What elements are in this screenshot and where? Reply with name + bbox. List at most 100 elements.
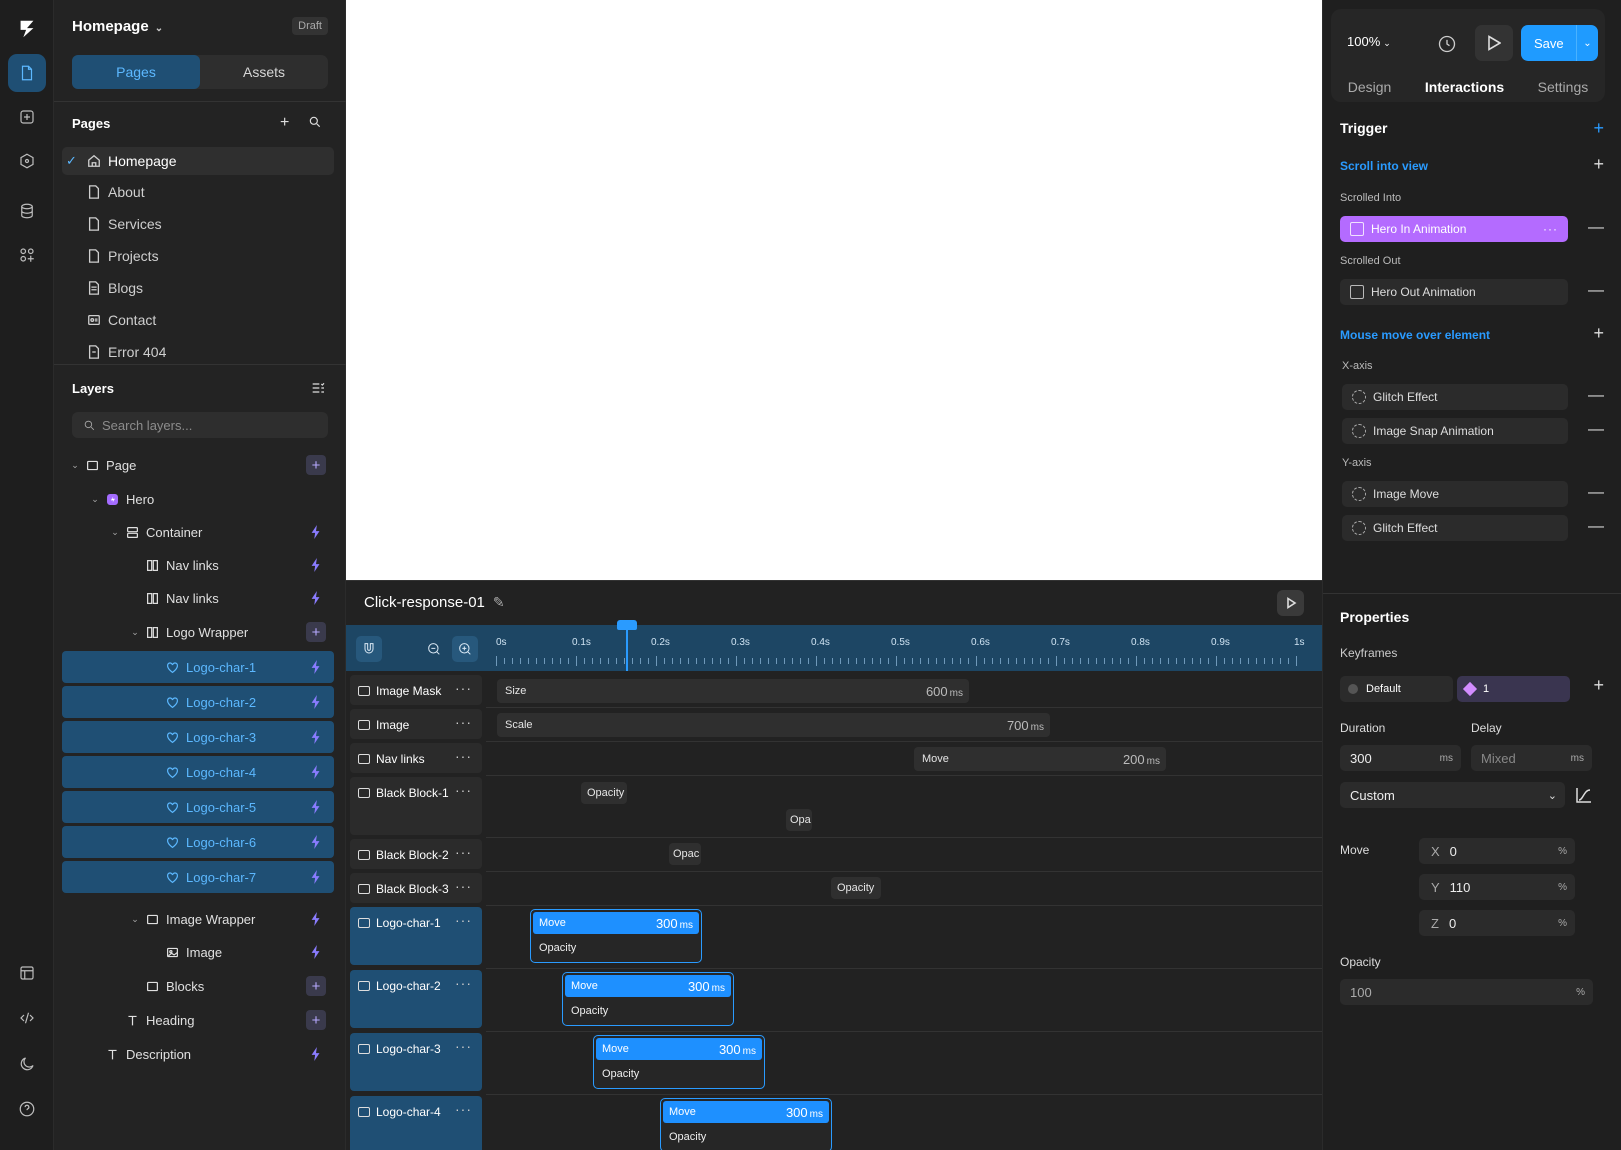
- interaction-bolt-icon[interactable]: [306, 867, 326, 887]
- page-item-blogs[interactable]: Blogs: [62, 274, 334, 302]
- keyframe-group-logo-char-2[interactable]: Move 300 ms Opacity: [562, 972, 734, 1026]
- animation-glitch-effect-y[interactable]: Glitch Effect: [1342, 515, 1568, 541]
- layer-logo-char-2[interactable]: Logo-char-2: [62, 686, 334, 718]
- tab-settings[interactable]: Settings: [1538, 79, 1589, 95]
- tab-interactions[interactable]: Interactions: [1425, 79, 1504, 95]
- add-trigger-icon[interactable]: +: [1593, 118, 1604, 139]
- chevron-down-icon[interactable]: ⌄: [70, 460, 80, 471]
- more-icon[interactable]: ···: [1543, 222, 1558, 236]
- more-icon[interactable]: ···: [455, 1038, 472, 1054]
- animation-glitch-effect[interactable]: Glitch Effect: [1342, 384, 1568, 410]
- page-item-contact[interactable]: Contact: [62, 306, 334, 334]
- more-icon[interactable]: ···: [455, 714, 472, 730]
- tab-pages[interactable]: Pages: [72, 55, 200, 89]
- add-child-button[interactable]: +: [306, 455, 326, 475]
- move-x-input[interactable]: X 0%: [1419, 838, 1575, 864]
- layer-nav-links[interactable]: Nav links: [62, 549, 334, 581]
- track-nav-links[interactable]: Nav links ···: [350, 743, 482, 773]
- page-item-projects[interactable]: Projects: [62, 242, 334, 270]
- more-icon[interactable]: ···: [455, 782, 472, 798]
- keyframe-chip-opacity[interactable]: Opac: [669, 843, 701, 865]
- keyframe-chip-opacity[interactable]: Opacity: [831, 877, 881, 899]
- search-layers-input[interactable]: Search layers...: [72, 412, 328, 438]
- page-item-about[interactable]: About: [62, 178, 334, 206]
- layer-heading[interactable]: Heading +: [62, 1004, 334, 1036]
- more-icon[interactable]: ···: [455, 1101, 472, 1117]
- interaction-bolt-icon[interactable]: [306, 522, 326, 542]
- move-bar[interactable]: Move 300 ms: [596, 1038, 762, 1060]
- save-button[interactable]: Save ⌄: [1521, 25, 1598, 61]
- interaction-bolt-icon[interactable]: [306, 657, 326, 677]
- add-element-icon[interactable]: [8, 98, 46, 136]
- keyframe-bar-size[interactable]: Size 600 ms: [497, 679, 969, 703]
- table-icon[interactable]: [8, 954, 46, 992]
- track-logo-char-1[interactable]: Logo-char-1 ···: [350, 907, 482, 965]
- keyframe-default[interactable]: Default: [1340, 676, 1453, 702]
- layer-nav-links[interactable]: Nav links: [62, 582, 334, 614]
- playhead[interactable]: [626, 623, 628, 671]
- remove-icon[interactable]: —: [1588, 518, 1604, 536]
- keyframe-chip-opacity[interactable]: Opacity: [581, 782, 627, 804]
- interaction-bolt-icon[interactable]: [306, 555, 326, 575]
- interaction-bolt-icon[interactable]: [306, 942, 326, 962]
- more-icon[interactable]: ···: [455, 878, 472, 894]
- track-logo-char-3[interactable]: Logo-char-3 ···: [350, 1033, 482, 1091]
- timeline-ruler[interactable]: 0s 0.1s 0.2s 0.3s 0.4s 0.5s 0.6s 0.7s 0.…: [346, 625, 1322, 671]
- layer-logo-char-3[interactable]: Logo-char-3: [62, 721, 334, 753]
- keyframe-group-logo-char-3[interactable]: Move 300 ms Opacity: [593, 1035, 765, 1089]
- history-icon[interactable]: [1437, 34, 1457, 54]
- remove-icon[interactable]: —: [1588, 282, 1604, 300]
- timeline-play-button[interactable]: [1277, 590, 1304, 616]
- layer-logo-wrapper[interactable]: ⌄ Logo Wrapper +: [62, 616, 334, 648]
- interaction-bolt-icon[interactable]: [306, 1044, 326, 1064]
- duration-input[interactable]: 300 ms: [1340, 745, 1461, 771]
- database-icon[interactable]: [8, 192, 46, 230]
- pages-icon[interactable]: [8, 54, 46, 92]
- dark-mode-icon[interactable]: [8, 1045, 46, 1083]
- add-keyframe-icon[interactable]: +: [1593, 675, 1604, 696]
- add-mouse-animation-icon[interactable]: +: [1593, 323, 1604, 344]
- layer-logo-char-7[interactable]: Logo-char-7: [62, 861, 334, 893]
- interaction-bolt-icon[interactable]: [306, 588, 326, 608]
- more-icon[interactable]: ···: [455, 680, 472, 696]
- add-child-button[interactable]: +: [306, 622, 326, 642]
- layer-description[interactable]: Description: [62, 1038, 334, 1070]
- layer-hero[interactable]: ⌄ Hero: [62, 483, 334, 515]
- interaction-bolt-icon[interactable]: [306, 909, 326, 929]
- keyframe-1[interactable]: 1: [1457, 676, 1570, 702]
- track-logo-char-2[interactable]: Logo-char-2 ···: [350, 970, 482, 1028]
- layers-filter-icon[interactable]: [310, 380, 326, 401]
- interaction-bolt-icon[interactable]: [306, 762, 326, 782]
- interaction-bolt-icon[interactable]: [306, 832, 326, 852]
- layer-page[interactable]: ⌄ Page +: [62, 449, 334, 481]
- move-bar[interactable]: Move 300 ms: [533, 912, 699, 934]
- animation-hero-out[interactable]: Hero Out Animation: [1340, 279, 1568, 305]
- zoom-in-button[interactable]: [452, 636, 478, 662]
- layer-logo-char-4[interactable]: Logo-char-4: [62, 756, 334, 788]
- add-page-icon[interactable]: +: [280, 114, 289, 132]
- interaction-bolt-icon[interactable]: [306, 727, 326, 747]
- layer-logo-char-6[interactable]: Logo-char-6: [62, 826, 334, 858]
- save-dropdown-icon[interactable]: ⌄: [1576, 25, 1598, 61]
- delay-input[interactable]: Mixed ms: [1471, 745, 1592, 771]
- move-bar[interactable]: Move 300 ms: [565, 975, 731, 997]
- components-icon[interactable]: [8, 142, 46, 180]
- design-canvas[interactable]: [346, 0, 1322, 580]
- layer-blocks[interactable]: Blocks +: [62, 970, 334, 1002]
- zoom-select[interactable]: 100% ⌄: [1347, 34, 1391, 49]
- page-item-services[interactable]: Services: [62, 210, 334, 238]
- add-scroll-animation-icon[interactable]: +: [1593, 154, 1604, 175]
- remove-icon[interactable]: —: [1588, 421, 1604, 439]
- help-icon[interactable]: [8, 1090, 46, 1128]
- chevron-down-icon[interactable]: ⌄: [130, 914, 140, 925]
- track-image[interactable]: Image ···: [350, 709, 482, 739]
- interaction-bolt-icon[interactable]: [306, 692, 326, 712]
- track-image-mask[interactable]: Image Mask ···: [350, 675, 482, 705]
- magnet-toggle[interactable]: [356, 636, 382, 662]
- chevron-down-icon[interactable]: ⌄: [90, 494, 100, 505]
- add-child-button[interactable]: +: [306, 976, 326, 996]
- track-black-block-1[interactable]: Black Block-1 ···: [350, 777, 482, 835]
- chevron-down-icon[interactable]: ⌄: [130, 627, 140, 638]
- keyframe-bar-move[interactable]: Move 200 ms: [914, 747, 1166, 771]
- apps-icon[interactable]: [8, 236, 46, 274]
